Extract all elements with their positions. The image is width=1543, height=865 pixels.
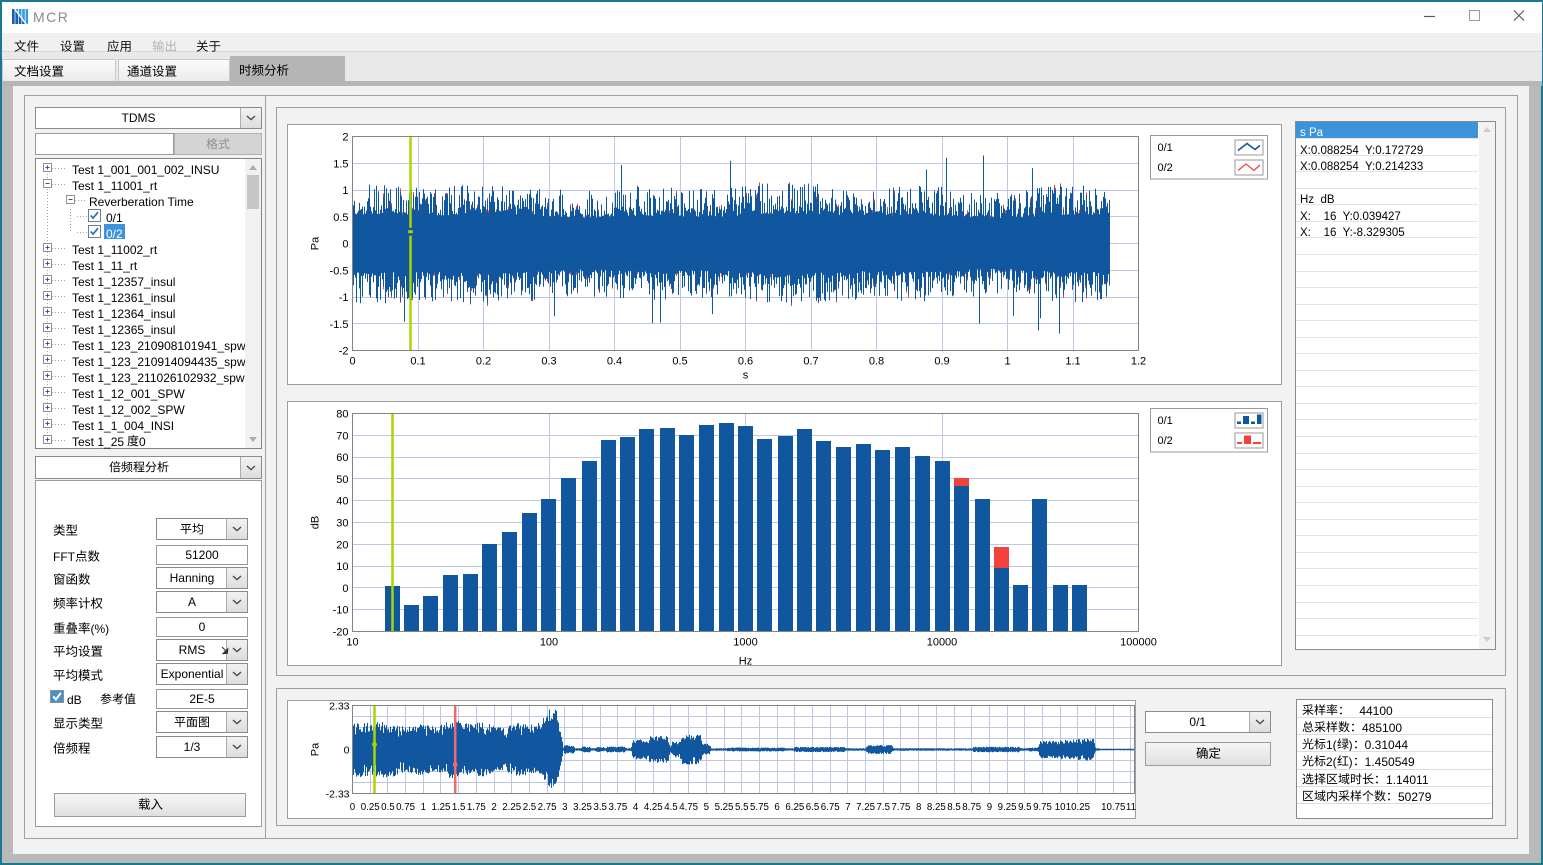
svg-text:-10: -10 (333, 605, 349, 617)
svg-text:4.5: 4.5 (664, 802, 677, 813)
svg-text:1.2: 1.2 (1131, 356, 1146, 368)
svg-text:80: 80 (336, 409, 348, 421)
svg-text:10: 10 (336, 561, 348, 573)
svg-text:40: 40 (336, 496, 348, 508)
svg-text:7.25: 7.25 (856, 802, 875, 813)
svg-text:3.5: 3.5 (593, 802, 606, 813)
svg-text:-0.5: -0.5 (330, 265, 349, 277)
svg-text:5.75: 5.75 (750, 802, 769, 813)
svg-text:-1.5: -1.5 (330, 319, 349, 331)
svg-text:4.75: 4.75 (679, 802, 698, 813)
svg-text:5: 5 (704, 802, 709, 813)
svg-text:-1: -1 (339, 292, 349, 304)
svg-text:1: 1 (342, 185, 348, 197)
svg-text:0: 0 (342, 239, 348, 251)
svg-text:100000: 100000 (1120, 637, 1157, 649)
svg-text:8.25: 8.25 (927, 802, 946, 813)
svg-text:1: 1 (1004, 356, 1010, 368)
svg-text:0/2: 0/2 (1158, 435, 1173, 447)
svg-text:3.75: 3.75 (608, 802, 627, 813)
svg-text:dB: dB (310, 516, 322, 529)
svg-text:0.6: 0.6 (738, 356, 753, 368)
svg-text:0.9: 0.9 (934, 356, 949, 368)
svg-text:0.2: 0.2 (476, 356, 491, 368)
svg-text:1.5: 1.5 (333, 158, 348, 170)
svg-text:3: 3 (562, 802, 567, 813)
svg-text:1.25: 1.25 (432, 802, 451, 813)
svg-text:Hz: Hz (739, 656, 752, 667)
svg-text:0.5: 0.5 (333, 212, 348, 224)
svg-text:2: 2 (342, 132, 348, 144)
svg-text:6.25: 6.25 (785, 802, 804, 813)
svg-text:0/1: 0/1 (1158, 142, 1173, 154)
svg-text:9.75: 9.75 (1033, 802, 1052, 813)
svg-text:10: 10 (346, 637, 358, 649)
svg-text:10.25: 10.25 (1066, 802, 1090, 813)
svg-text:8.5: 8.5 (947, 802, 960, 813)
svg-text:0: 0 (342, 583, 348, 595)
svg-text:0.5: 0.5 (672, 356, 687, 368)
svg-text:7.75: 7.75 (892, 802, 911, 813)
svg-text:10000: 10000 (927, 637, 958, 649)
svg-text:0.25: 0.25 (361, 802, 380, 813)
svg-text:0.7: 0.7 (803, 356, 818, 368)
svg-text:11: 11 (1126, 802, 1136, 813)
svg-text:70: 70 (336, 430, 348, 442)
svg-text:1.1: 1.1 (1065, 356, 1080, 368)
svg-text:0.5: 0.5 (381, 802, 394, 813)
svg-text:0: 0 (349, 356, 355, 368)
svg-text:1.75: 1.75 (467, 802, 486, 813)
svg-text:1.5: 1.5 (452, 802, 465, 813)
svg-text:8.75: 8.75 (962, 802, 981, 813)
svg-text:6.5: 6.5 (806, 802, 819, 813)
svg-text:7: 7 (845, 802, 850, 813)
svg-text:2.33: 2.33 (329, 701, 350, 713)
svg-text:9: 9 (987, 802, 992, 813)
svg-text:10.75: 10.75 (1101, 802, 1125, 813)
svg-text:10: 10 (1055, 802, 1066, 813)
svg-text:0.75: 0.75 (396, 802, 415, 813)
svg-text:4: 4 (633, 802, 639, 813)
svg-text:4.25: 4.25 (644, 802, 663, 813)
svg-text:2.75: 2.75 (538, 802, 557, 813)
svg-text:0.1: 0.1 (410, 356, 425, 368)
svg-text:0.8: 0.8 (869, 356, 884, 368)
svg-text:9.25: 9.25 (998, 802, 1017, 813)
svg-text:6: 6 (774, 802, 779, 813)
svg-text:30: 30 (336, 518, 348, 530)
svg-text:0.4: 0.4 (607, 356, 622, 368)
svg-text:0: 0 (350, 802, 356, 813)
svg-text:60: 60 (336, 452, 348, 464)
svg-text:-2: -2 (339, 346, 349, 358)
svg-text:1000: 1000 (733, 637, 757, 649)
svg-text:0/2: 0/2 (1158, 162, 1173, 174)
svg-text:0.3: 0.3 (541, 356, 556, 368)
svg-text:Pa: Pa (310, 236, 322, 250)
svg-text:2: 2 (491, 802, 496, 813)
svg-text:0/1: 0/1 (1158, 415, 1173, 427)
svg-text:8: 8 (916, 802, 921, 813)
svg-text:9.5: 9.5 (1018, 802, 1031, 813)
svg-text:Pa: Pa (310, 742, 322, 756)
svg-text:7.5: 7.5 (877, 802, 890, 813)
svg-text:5.5: 5.5 (735, 802, 748, 813)
svg-text:20: 20 (336, 539, 348, 551)
svg-text:2.5: 2.5 (523, 802, 536, 813)
svg-text:100: 100 (540, 637, 558, 649)
svg-text:2.25: 2.25 (502, 802, 521, 813)
svg-text:5.25: 5.25 (715, 802, 734, 813)
svg-text:3.25: 3.25 (573, 802, 592, 813)
svg-text:1: 1 (421, 802, 426, 813)
svg-text:50: 50 (336, 474, 348, 486)
svg-text:0: 0 (344, 745, 350, 757)
svg-text:6.75: 6.75 (821, 802, 840, 813)
svg-text:s: s (743, 370, 749, 382)
svg-text:-2.33: -2.33 (326, 789, 350, 801)
